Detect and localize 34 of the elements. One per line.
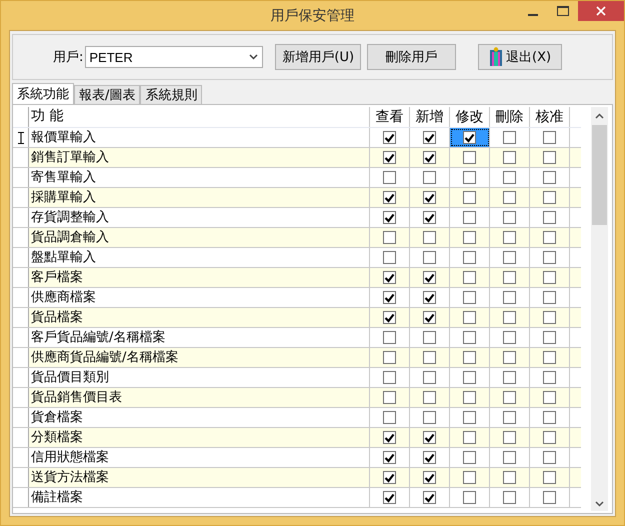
function-name-cell: 銷售訂單輸入 [29, 148, 370, 167]
user-action-button[interactable]: 刪除用戶 [367, 44, 456, 70]
column-header: 核准 [530, 107, 570, 127]
exit-button[interactable]: 退出(X) [478, 44, 562, 70]
tab[interactable]: 報表/圖表 [74, 85, 140, 104]
function-name-cell: 貨品價目類別 [29, 368, 370, 387]
user-action-button[interactable]: 新增用戶(U) [275, 44, 362, 70]
function-name-cell: 存貨調整輸入 [29, 208, 370, 227]
window-title: 用戶保安管理 [270, 6, 354, 24]
function-name-cell: 貨品調倉輸入 [29, 228, 370, 247]
function-name-cell: 貨品檔案 [29, 308, 370, 327]
function-name-cell: 供應商貨品編號/名稱檔案 [29, 348, 370, 367]
column-header: 修改 [450, 107, 490, 127]
function-name-cell: 盤點單輸入 [29, 248, 370, 267]
function-name-cell: 信用狀態檔案 [29, 448, 370, 467]
tab[interactable]: 系統功能 [12, 83, 74, 104]
column-header: 查看 [370, 107, 410, 127]
function-name-cell: 客戶檔案 [29, 268, 370, 287]
user-label: 用戶: [53, 49, 84, 66]
column-header: 新增 [410, 107, 450, 127]
function-name-cell: 貨品銷售價目表 [29, 388, 370, 407]
column-header: 功 能 [29, 107, 370, 127]
function-name-cell: 報價單輸入 [29, 128, 370, 147]
column-header: 刪除 [490, 107, 530, 127]
function-name-cell: 寄售單輸入 [29, 168, 370, 187]
tab[interactable]: 系統規則 [140, 85, 202, 104]
function-name-cell: 客戶貨品編號/名稱檔案 [29, 328, 370, 347]
function-name-cell: 送貨方法檔案 [29, 468, 370, 487]
user-dropdown[interactable]: PETER [85, 46, 264, 68]
function-name-cell: 採購單輸入 [29, 188, 370, 207]
function-name-cell: 備註檔案 [29, 488, 370, 507]
function-name-cell: 供應商檔案 [29, 288, 370, 307]
function-name-cell: 貨倉檔案 [29, 408, 370, 427]
function-name-cell: 分類檔案 [29, 428, 370, 447]
